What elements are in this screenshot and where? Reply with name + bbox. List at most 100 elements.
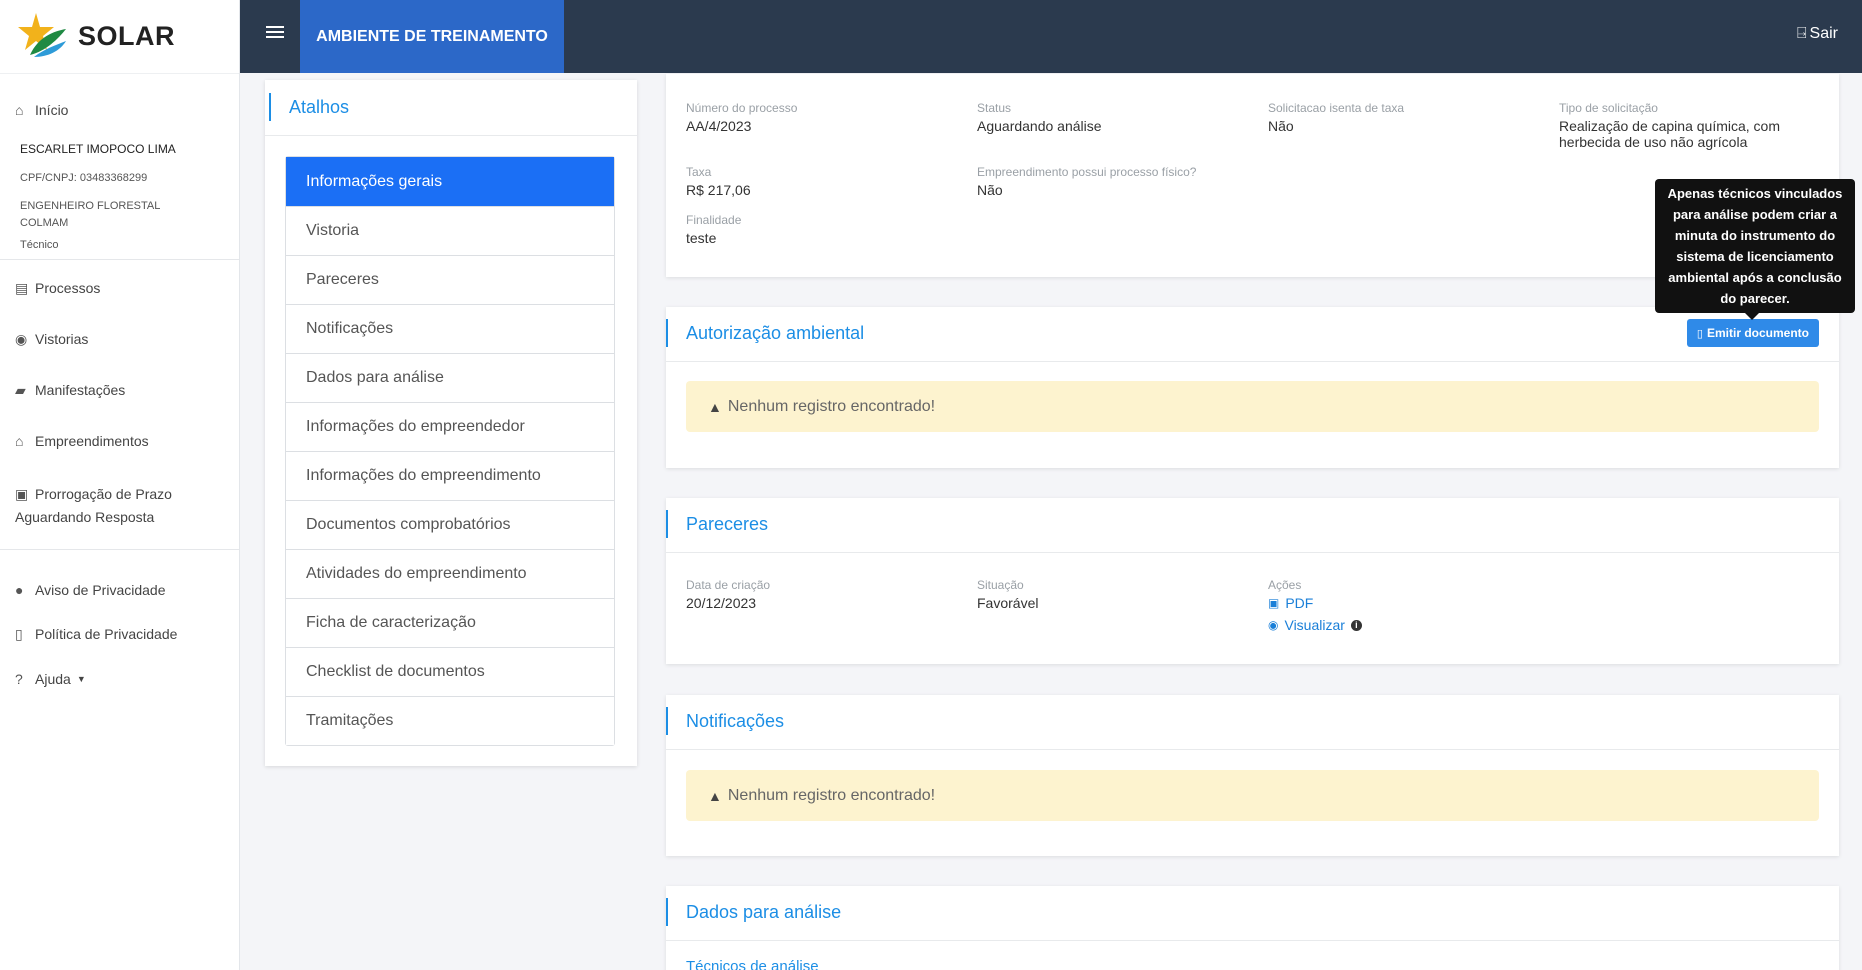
shortcut-dados-analise[interactable]: Dados para análise bbox=[286, 353, 614, 402]
sidebar-item-processos[interactable]: ▤ Processos bbox=[0, 280, 239, 297]
field-value: Realização de capina química, com bbox=[1559, 118, 1781, 134]
creation-date-field: Data de criação 20/12/2023 bbox=[686, 578, 770, 611]
notifications-title: Notificações bbox=[665, 707, 785, 735]
field-label: Tipo de solicitação bbox=[1559, 101, 1658, 115]
physical-process-field: Empreendimento possui processo físico? N… bbox=[977, 165, 1196, 198]
environment-label: AMBIENTE DE TREINAMENTO bbox=[300, 0, 564, 73]
brand-name: SOLAR bbox=[78, 21, 175, 51]
user-info: ESCARLET IMOPOCO LIMA CPF/CNPJ: 03483368… bbox=[0, 118, 239, 251]
user-document: CPF/CNPJ: 03483368299 bbox=[20, 172, 148, 184]
analysis-title: Dados para análise bbox=[665, 898, 842, 926]
field-value: Aguardando análise bbox=[977, 118, 1102, 134]
sidebar: SOLAR ⌂ Início ESCARLET IMOPOCO LIMA CPF… bbox=[0, 0, 240, 970]
shortcut-pareceres[interactable]: Pareceres bbox=[286, 255, 614, 304]
sidebar-item-label: Processos bbox=[35, 280, 101, 296]
shortcut-informacoes-gerais[interactable]: Informações gerais bbox=[286, 157, 614, 206]
warning-icon: ▲ bbox=[708, 787, 722, 804]
actions-field: Ações ▣ PDF ◉ Visualizar i bbox=[1268, 578, 1362, 633]
shortcut-tramitacoes[interactable]: Tramitações bbox=[286, 696, 614, 745]
sidebar-item-label: Início bbox=[35, 102, 69, 118]
file-icon: ▯ bbox=[1696, 327, 1703, 340]
shortcut-documentos[interactable]: Documentos comprobatórios bbox=[286, 500, 614, 549]
shortcut-info-empreendimento[interactable]: Informações do empreendimento bbox=[286, 451, 614, 500]
field-value: R$ 217,06 bbox=[686, 182, 751, 198]
field-label: Situação bbox=[977, 578, 1024, 592]
chevron-down-icon: ▼ bbox=[76, 674, 86, 684]
shortcuts-card: Atalhos Informações gerais Vistoria Pare… bbox=[265, 80, 637, 766]
divider bbox=[265, 135, 637, 136]
button-label: Emitir documento bbox=[1706, 326, 1809, 340]
pdf-link[interactable]: ▣ PDF bbox=[1268, 595, 1362, 611]
logo[interactable]: SOLAR bbox=[0, 0, 239, 74]
emit-document-button[interactable]: ▯ Emitir documento bbox=[1686, 319, 1819, 347]
user-name: ESCARLET IMOPOCO LIMA bbox=[20, 142, 176, 156]
folder-clock-icon: ▰ bbox=[15, 382, 26, 398]
folder-icon: ▤ bbox=[15, 280, 29, 296]
situation-field: Situação Favorável bbox=[977, 578, 1038, 611]
field-value: teste bbox=[686, 230, 717, 246]
card-header: Pareceres bbox=[665, 498, 1839, 553]
info-icon[interactable]: i bbox=[1350, 619, 1362, 631]
calendar-clock-icon: ▣ bbox=[15, 486, 29, 502]
home-icon: ⌂ bbox=[15, 102, 24, 118]
logout-label: Sair bbox=[1809, 25, 1838, 42]
sidebar-item-label: Prorrogação de Prazo Aguardando Resposta bbox=[15, 486, 172, 525]
document-icon: ▯ bbox=[15, 626, 23, 642]
bank-icon: ⌂ bbox=[15, 433, 24, 449]
notifications-card: Notificações ▲ Nenhum registro encontrad… bbox=[665, 695, 1839, 856]
divider bbox=[0, 259, 239, 260]
shortcut-info-empreendedor[interactable]: Informações do empreendedor bbox=[286, 402, 614, 451]
shortcuts-list: Informações gerais Vistoria Pareceres No… bbox=[285, 156, 615, 746]
sidebar-item-manifestacoes[interactable]: ▰ Manifestações bbox=[0, 382, 239, 399]
top-bar: AMBIENTE DE TREINAMENTO ⍈ Sair bbox=[240, 0, 1862, 73]
exempt-field: Solicitacao isenta de taxa Não bbox=[1268, 101, 1404, 134]
shortcut-vistoria[interactable]: Vistoria bbox=[286, 206, 614, 255]
sidebar-item-aviso-privacidade[interactable]: ● Aviso de Privacidade bbox=[0, 582, 239, 598]
user-role: ENGENHEIRO FLORESTAL bbox=[20, 200, 161, 212]
sidebar-item-prorrogacao[interactable]: ▣ Prorrogação de Prazo Aguardando Respost… bbox=[0, 483, 239, 529]
sidebar-item-label: Manifestações bbox=[35, 382, 126, 398]
help-circle-icon: ? bbox=[15, 671, 23, 687]
view-link[interactable]: ◉ Visualizar i bbox=[1268, 617, 1362, 633]
request-type-field: Tipo de solicitação Realização de capina… bbox=[1559, 101, 1780, 150]
card-header: Notificações bbox=[665, 695, 1839, 750]
emit-tooltip: Apenas técnicos vinculados para análise … bbox=[1655, 179, 1855, 320]
sidebar-item-inicio[interactable]: ⌂ Início bbox=[0, 102, 239, 118]
link-label: PDF bbox=[1285, 595, 1314, 611]
sidebar-item-politica-privacidade[interactable]: ▯ Política de Privacidade bbox=[0, 626, 239, 643]
eye-icon: ◉ bbox=[15, 331, 28, 347]
field-value: herbecida de uso não agrícola bbox=[1559, 134, 1748, 150]
alert-text: Nenhum registro encontrado! bbox=[727, 786, 936, 804]
hamburger-menu-icon[interactable] bbox=[266, 26, 284, 42]
analysis-subtitle: Técnicos de análise bbox=[686, 958, 819, 970]
divider bbox=[0, 549, 239, 550]
field-label: Status bbox=[977, 101, 1012, 115]
field-label: Ações bbox=[1268, 578, 1302, 592]
field-label: Taxa bbox=[686, 165, 712, 179]
empty-alert: ▲ Nenhum registro encontrado! bbox=[686, 381, 1819, 432]
user-profile: Técnico bbox=[20, 239, 59, 251]
shortcut-ficha[interactable]: Ficha de caracterização bbox=[286, 598, 614, 647]
card-header: Autorização ambiental ▯ Emitir documento bbox=[665, 307, 1839, 362]
sidebar-item-empreendimentos[interactable]: ⌂ Empreendimentos bbox=[0, 433, 239, 449]
field-value: 20/12/2023 bbox=[686, 595, 757, 611]
alert-text: Nenhum registro encontrado! bbox=[727, 397, 936, 415]
sidebar-item-label: Aviso de Privacidade bbox=[35, 582, 166, 598]
shortcut-atividades[interactable]: Atividades do empreendimento bbox=[286, 549, 614, 598]
field-value: Favorável bbox=[977, 595, 1039, 611]
card-header: Dados para análise bbox=[665, 886, 1839, 941]
opinions-card: Pareceres Data de criação 20/12/2023 Sit… bbox=[665, 498, 1839, 664]
sidebar-item-vistorias[interactable]: ◉ Vistorias bbox=[0, 331, 239, 348]
process-number-field: Número do processo AA/4/2023 bbox=[686, 101, 797, 134]
shortcut-checklist[interactable]: Checklist de documentos bbox=[286, 647, 614, 696]
field-label: Número do processo bbox=[686, 101, 798, 115]
logout-button[interactable]: ⍈ Sair bbox=[1797, 25, 1838, 43]
alert-circle-icon: ● bbox=[15, 582, 24, 598]
purpose-field: Finalidade teste bbox=[686, 213, 741, 246]
empty-alert: ▲ Nenhum registro encontrado! bbox=[686, 770, 1819, 821]
sidebar-item-ajuda[interactable]: ? Ajuda ▼ bbox=[0, 671, 239, 687]
user-organization: COLMAM bbox=[20, 217, 69, 229]
field-value: Não bbox=[1268, 118, 1294, 134]
exit-door-icon: ⍈ bbox=[1796, 25, 1807, 42]
shortcut-notificacoes[interactable]: Notificações bbox=[286, 304, 614, 353]
